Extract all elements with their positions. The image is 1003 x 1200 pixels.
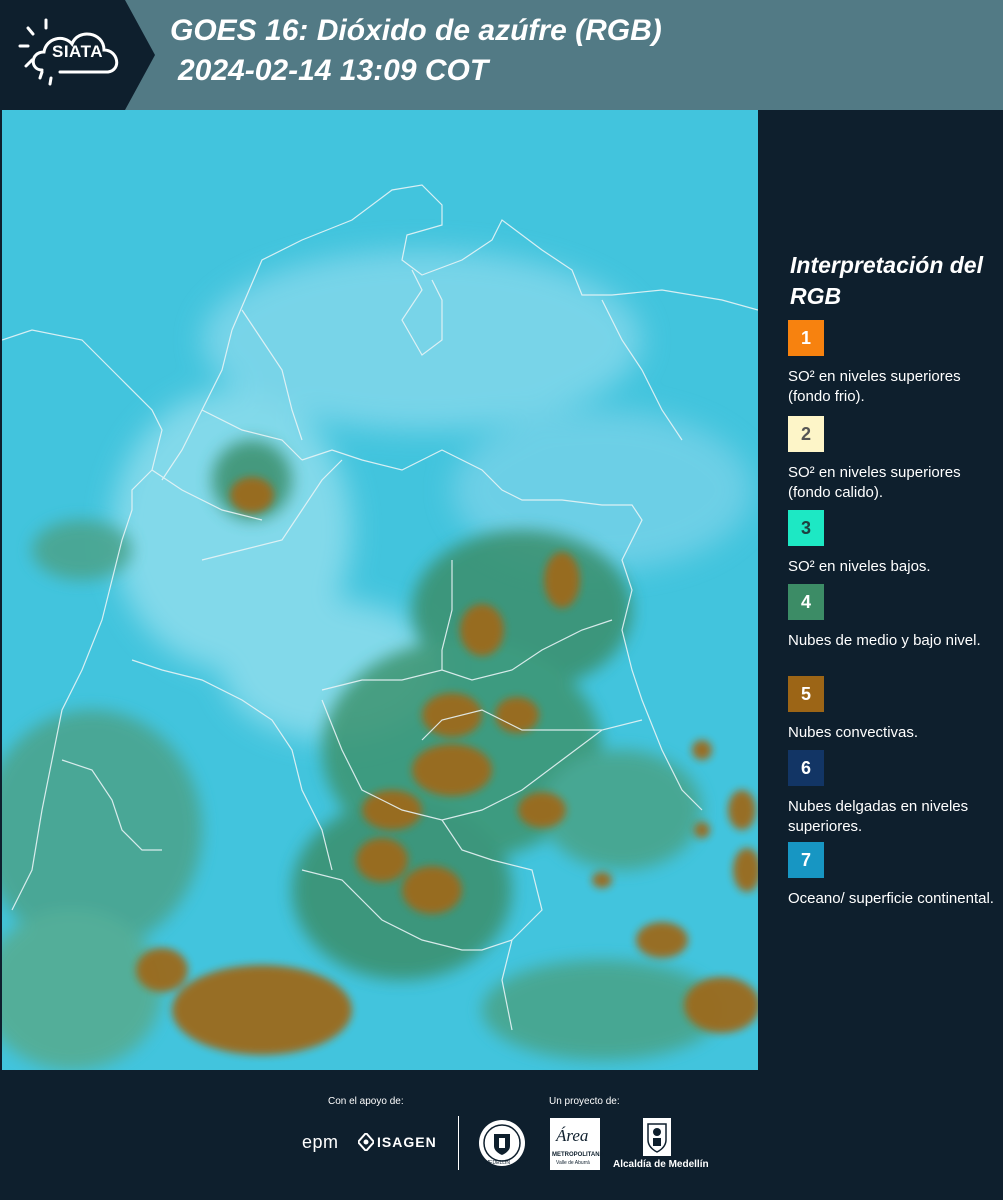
area-subtext: METROPOLITANA [552, 1152, 604, 1158]
project-label: Un proyecto de: [549, 1096, 620, 1107]
header-banner: SIATA GOES 16: Dióxido de azúfre (RGB) 2… [0, 0, 1003, 110]
legend-item-5: 5 Nubes convectivas. [788, 676, 998, 743]
legend-swatch-4: 4 [788, 584, 824, 620]
area-subtext-2: Valle de Aburrá [556, 1160, 590, 1166]
footer: Con el apoyo de: Un proyecto de: epm ISA… [0, 1070, 1003, 1200]
alcaldia-crest-icon [643, 1118, 671, 1156]
legend-title: Interpretación del RGB [790, 252, 983, 309]
legend-label-1: SO² en niveles superiores (fondo frio). [788, 368, 961, 405]
legend-swatch-3: 3 [788, 510, 824, 546]
isagen-logo: ISAGEN [377, 1134, 437, 1150]
footer-divider [458, 1116, 459, 1170]
legend-label-7: Oceano/ superficie continental. [788, 890, 994, 907]
legend-item-4: 4 Nubes de medio y bajo nivel. [788, 584, 998, 651]
legend-item-3: 3 SO² en niveles bajos. [788, 510, 998, 577]
legend-swatch-7: 7 [788, 842, 824, 878]
legend-label-4: Nubes de medio y bajo nivel. [788, 632, 981, 649]
epm-logo: epm [302, 1132, 339, 1152]
legend-swatch-6: 6 [788, 750, 824, 786]
legend-swatch-1: 1 [788, 320, 824, 356]
area-logo-text: Área [556, 1126, 589, 1145]
satellite-map [2, 110, 758, 1070]
legend-item-1: 1 SO² en niveles superiores (fondo frio)… [788, 320, 998, 407]
legend-label-6: Nubes delgadas en niveles superiores. [788, 798, 969, 835]
isagen-icon [358, 1133, 374, 1151]
legend-swatch-5: 5 [788, 676, 824, 712]
alcaldia-text: Alcaldía de Medellín [613, 1159, 709, 1170]
page-title: GOES 16: Dióxido de azúfre (RGB) [170, 14, 662, 47]
seal-text: MEDELLÍN [485, 1160, 511, 1166]
legend-item-7: 7 Oceano/ superficie continental. [788, 842, 998, 909]
logo-text: SIATA [52, 42, 103, 61]
legend-label-2: SO² en niveles superiores (fondo calido)… [788, 464, 961, 501]
legend-label-5: Nubes convectivas. [788, 724, 919, 741]
legend-item-6: 6 Nubes delgadas en niveles superiores. [788, 750, 998, 837]
satellite-image [2, 110, 758, 1070]
page-timestamp: 2024-02-14 13:09 COT [178, 54, 489, 87]
siata-logo: SIATA [0, 0, 155, 110]
legend-swatch-2: 2 [788, 416, 824, 452]
legend-item-2: 2 SO² en niveles superiores (fondo calid… [788, 416, 998, 503]
legend-panel: Interpretación del RGB 1 SO² en niveles … [760, 110, 1003, 1070]
legend-label-3: SO² en niveles bajos. [788, 558, 931, 575]
support-label: Con el apoyo de: [328, 1096, 404, 1107]
